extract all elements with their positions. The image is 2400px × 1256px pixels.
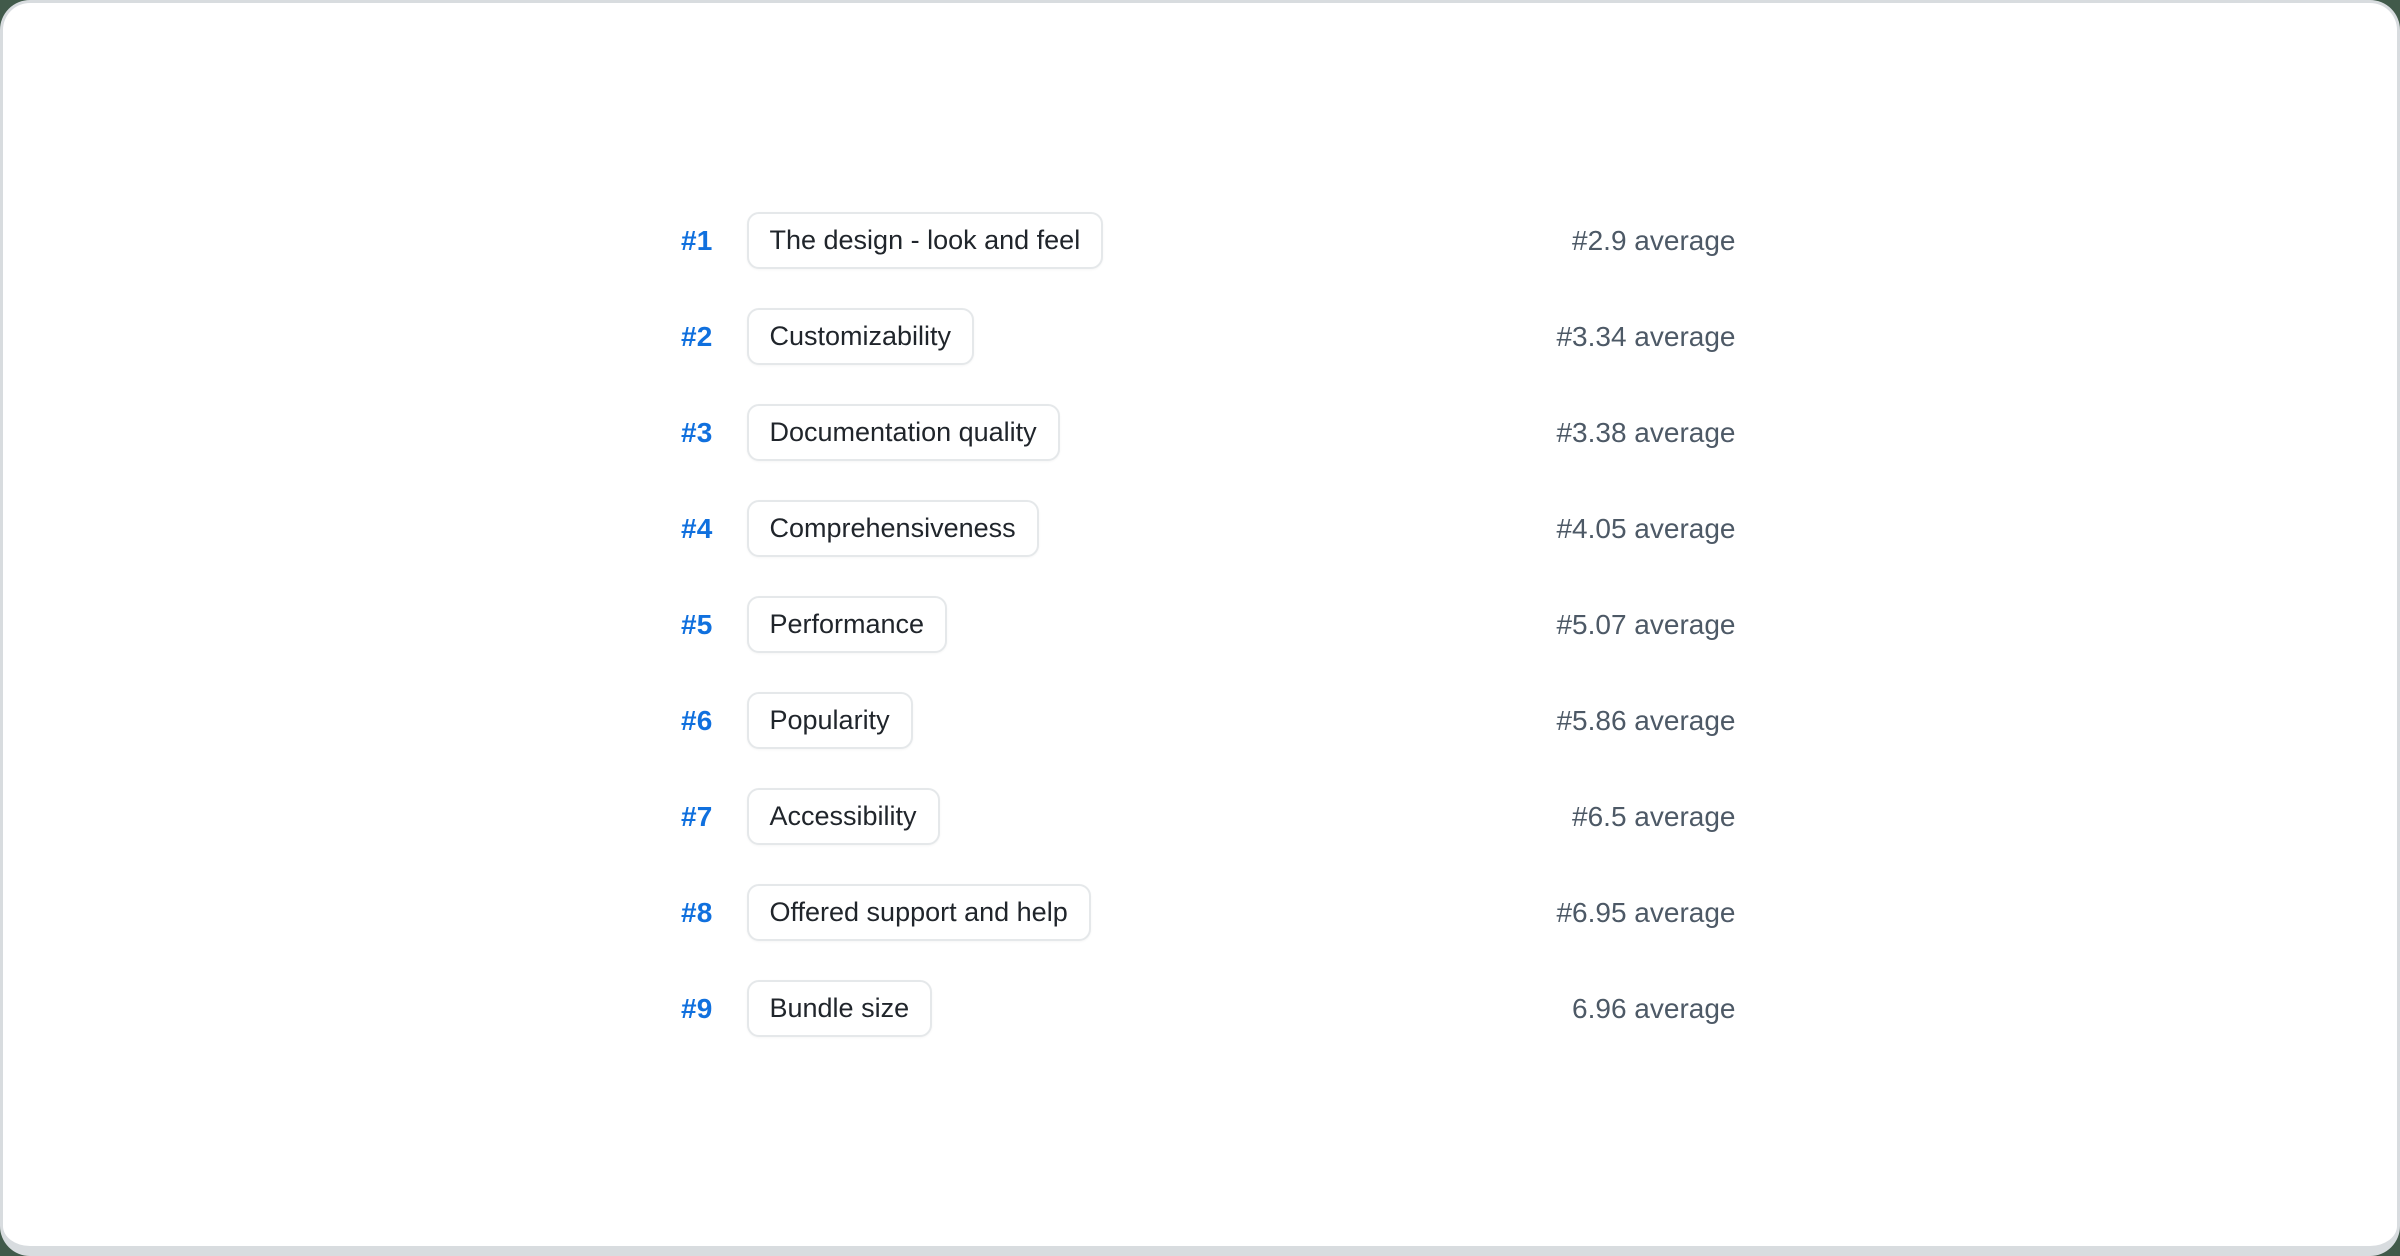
option-label: Performance <box>770 609 925 640</box>
average-value: 6.96 average <box>1572 993 1735 1025</box>
ranking-list: #1 The design - look and feel #2.9 avera… <box>665 212 1736 1037</box>
option-chip: Documentation quality <box>747 404 1060 461</box>
option-label: Comprehensiveness <box>770 513 1016 544</box>
average-value: #5.86 average <box>1556 705 1735 737</box>
option-chip: Bundle size <box>747 980 933 1037</box>
option-chip: Offered support and help <box>747 884 1091 941</box>
option-chip: The design - look and feel <box>747 212 1104 269</box>
ranking-row: #6 Popularity #5.86 average <box>665 692 1736 749</box>
ranking-row: #5 Performance #5.07 average <box>665 596 1736 653</box>
average-value: #6.95 average <box>1556 897 1735 929</box>
option-label: Bundle size <box>770 993 910 1024</box>
results-card: #1 The design - look and feel #2.9 avera… <box>0 0 2400 1256</box>
ranking-row: #9 Bundle size 6.96 average <box>665 980 1736 1037</box>
rank-badge: #5 <box>665 609 713 641</box>
rank-badge: #6 <box>665 705 713 737</box>
option-chip: Popularity <box>747 692 913 749</box>
option-chip: Customizability <box>747 308 975 365</box>
option-chip: Performance <box>747 596 948 653</box>
average-value: #2.9 average <box>1572 225 1735 257</box>
rank-badge: #8 <box>665 897 713 929</box>
average-value: #3.34 average <box>1556 321 1735 353</box>
rank-badge: #2 <box>665 321 713 353</box>
option-label: The design - look and feel <box>770 225 1081 256</box>
option-label: Popularity <box>770 705 890 736</box>
option-label: Offered support and help <box>770 897 1068 928</box>
rank-badge: #4 <box>665 513 713 545</box>
ranking-row: #4 Comprehensiveness #4.05 average <box>665 500 1736 557</box>
option-chip: Accessibility <box>747 788 940 845</box>
rank-badge: #7 <box>665 801 713 833</box>
option-label: Customizability <box>770 321 952 352</box>
ranking-row: #3 Documentation quality #3.38 average <box>665 404 1736 461</box>
option-label: Accessibility <box>770 801 917 832</box>
ranking-row: #1 The design - look and feel #2.9 avera… <box>665 212 1736 269</box>
ranking-row: #8 Offered support and help #6.95 averag… <box>665 884 1736 941</box>
average-value: #3.38 average <box>1556 417 1735 449</box>
average-value: #6.5 average <box>1572 801 1735 833</box>
option-label: Documentation quality <box>770 417 1037 448</box>
average-value: #4.05 average <box>1556 513 1735 545</box>
option-chip: Comprehensiveness <box>747 500 1039 557</box>
average-value: #5.07 average <box>1556 609 1735 641</box>
rank-badge: #9 <box>665 993 713 1025</box>
rank-badge: #1 <box>665 225 713 257</box>
ranking-row: #7 Accessibility #6.5 average <box>665 788 1736 845</box>
ranking-row: #2 Customizability #3.34 average <box>665 308 1736 365</box>
rank-badge: #3 <box>665 417 713 449</box>
